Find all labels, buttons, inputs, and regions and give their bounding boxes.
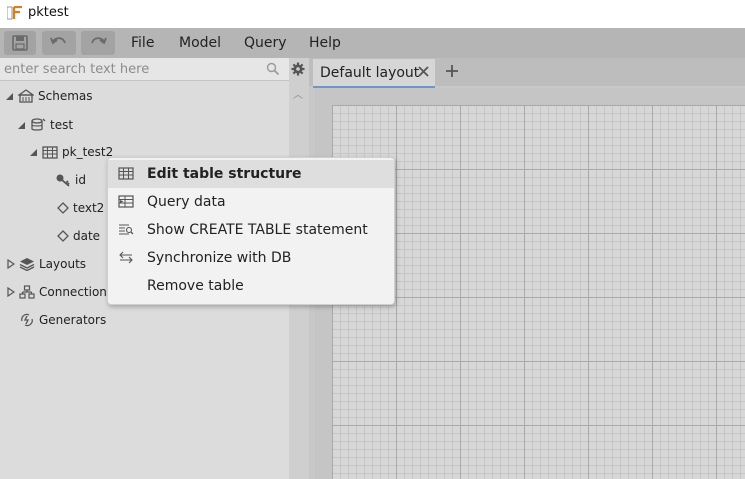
window-title: pktest: [28, 5, 69, 20]
menu-item-query-data[interactable]: Query data: [108, 188, 394, 216]
sync-arrows-icon: [119, 251, 133, 264]
title-bar: pktest: [0, 0, 745, 28]
menu-item-show-create-table[interactable]: Show CREATE TABLE statement: [108, 216, 394, 244]
tree-item-column-id[interactable]: id: [55, 173, 86, 187]
tree-item-column-date[interactable]: date: [57, 229, 100, 243]
toolbar: File Model Query Help: [0, 28, 745, 58]
menu-query[interactable]: Query: [244, 35, 287, 51]
redo-icon: [91, 37, 107, 45]
collapsed-arrow-icon[interactable]: [7, 259, 15, 269]
save-button[interactable]: [4, 31, 36, 55]
gear-icon[interactable]: [291, 62, 305, 76]
search-input[interactable]: [4, 60, 259, 78]
tab-default-layout[interactable]: Default layout: [313, 59, 435, 88]
menu-item-remove-table[interactable]: Remove table: [108, 272, 394, 300]
tree-item-connections[interactable]: Connections: [7, 285, 113, 299]
tree-item-schemas[interactable]: Schemas: [5, 89, 93, 103]
column-diamond-icon: [57, 202, 69, 214]
generators-icon: [21, 313, 33, 327]
undo-button[interactable]: [42, 31, 76, 55]
undo-icon: [50, 37, 66, 45]
scroll-up-icon[interactable]: ︿: [293, 86, 303, 101]
layout-tab-bar: Default layout: [309, 58, 745, 88]
redo-button[interactable]: [81, 31, 115, 55]
layouts-icon: [19, 258, 35, 271]
menu-item-label: Synchronize with DB: [147, 250, 292, 266]
menu-item-synchronize-with-db[interactable]: Synchronize with DB: [108, 244, 394, 272]
tab-label: Default layout: [320, 64, 420, 81]
app-logo-icon: [6, 5, 23, 20]
menu-item-edit-table-structure[interactable]: Edit table structure: [108, 160, 394, 188]
key-icon: [56, 174, 70, 187]
tree-label-column: text2: [73, 201, 105, 215]
expanded-arrow-icon[interactable]: [17, 121, 26, 130]
tree-item-generators[interactable]: Generators: [19, 313, 106, 327]
add-tab-icon[interactable]: [444, 63, 460, 79]
context-menu: Edit table structure Query data Show CRE…: [107, 157, 395, 305]
tree-label-layouts: Layouts: [39, 257, 87, 271]
expanded-arrow-icon[interactable]: [5, 92, 14, 101]
menu-file[interactable]: File: [131, 35, 154, 51]
menu-model[interactable]: Model: [179, 35, 221, 51]
tree-label-column: id: [75, 173, 86, 187]
menu-item-label: Query data: [147, 194, 226, 210]
menu-item-label: Edit table structure: [147, 166, 302, 182]
collapsed-arrow-icon[interactable]: [7, 287, 15, 297]
tree-label-table: pk_test2: [62, 145, 114, 159]
tree-label-schemas: Schemas: [38, 89, 93, 103]
tree-item-layouts[interactable]: Layouts: [7, 257, 86, 271]
menu-help[interactable]: Help: [309, 35, 341, 51]
table-icon: [118, 167, 134, 180]
tree-item-schema-test[interactable]: test: [17, 117, 73, 133]
search-icon: [266, 62, 280, 76]
menu-item-label: Show CREATE TABLE statement: [147, 222, 368, 238]
tree-label-connections: Connections: [39, 285, 114, 299]
schemas-icon: [18, 89, 34, 103]
sql-statement-icon: [119, 224, 134, 235]
search-bar: [0, 58, 289, 81]
expanded-arrow-icon[interactable]: [29, 148, 38, 157]
column-diamond-icon: [57, 230, 69, 242]
close-icon[interactable]: [417, 65, 430, 78]
tree-item-column-text2[interactable]: text2: [57, 201, 104, 215]
menu-item-label: Remove table: [147, 278, 244, 294]
tree-label-generators: Generators: [39, 313, 107, 327]
database-icon: [31, 118, 46, 131]
tree-item-table-pk-test2[interactable]: pk_test2: [29, 145, 113, 159]
save-icon: [12, 35, 28, 51]
connections-icon: [19, 285, 35, 299]
tree-label-column: date: [73, 229, 101, 243]
query-data-icon: [118, 195, 134, 208]
table-icon: [42, 145, 58, 159]
tree-label-schema: test: [50, 118, 74, 132]
